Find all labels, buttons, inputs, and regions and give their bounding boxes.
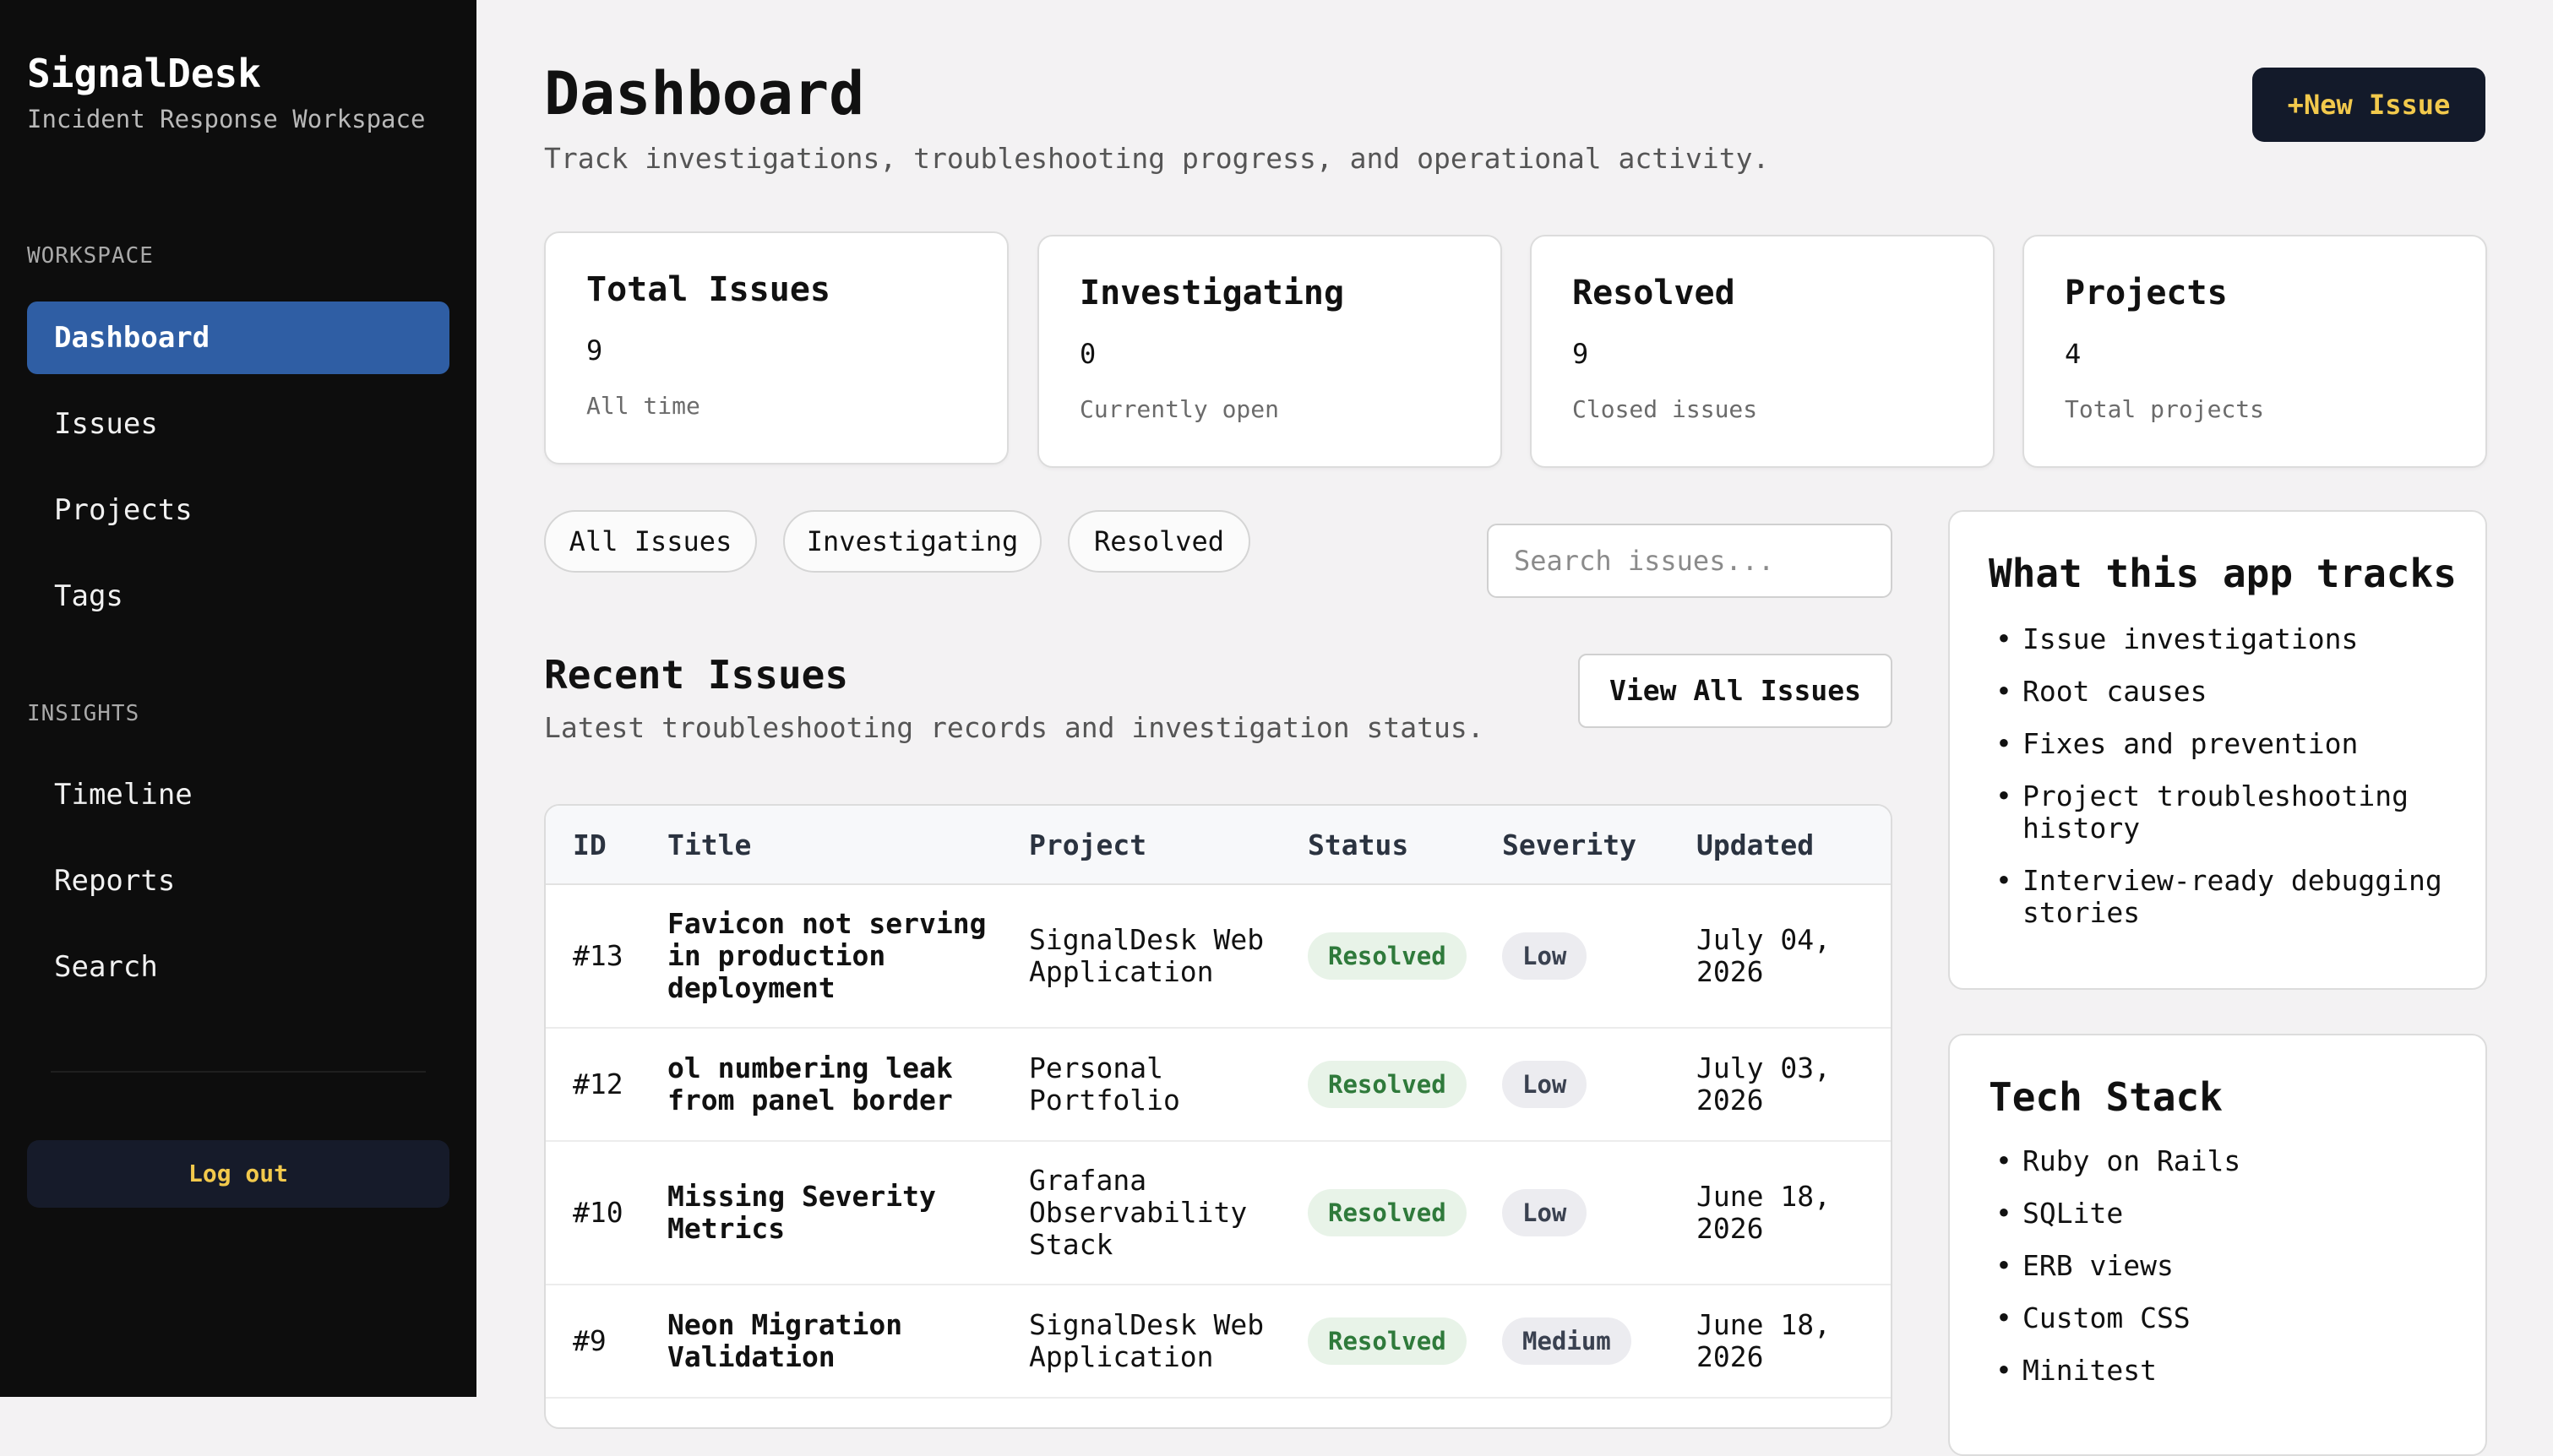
filter-all-issues[interactable]: All Issues bbox=[544, 510, 757, 573]
issue-updated: June 18, 2026 bbox=[1696, 1308, 1831, 1373]
table-row[interactable]: #9 Neon Migration Validation SignalDesk … bbox=[546, 1285, 1891, 1399]
new-issue-button[interactable]: +New Issue bbox=[2252, 68, 2485, 142]
stat-card-investigating: Investigating 0 Currently open bbox=[1037, 235, 1502, 468]
status-badge: Resolved bbox=[1308, 1061, 1467, 1108]
issue-id: #9 bbox=[573, 1324, 607, 1357]
stat-card-total-issues: Total Issues 9 All time bbox=[544, 231, 1009, 465]
list-item: Custom CSS bbox=[1989, 1302, 2462, 1335]
brand-subtitle: Incident Response Workspace bbox=[27, 105, 426, 133]
list-item: SQLite bbox=[1989, 1198, 2462, 1231]
stat-value: 9 bbox=[586, 334, 603, 367]
stat-title: Total Issues bbox=[586, 270, 830, 309]
issue-project: Grafana Observability Stack bbox=[1029, 1164, 1248, 1261]
list-item: Interview-ready debugging stories bbox=[1989, 865, 2462, 929]
sidebar-item-issues[interactable]: Issues bbox=[27, 388, 449, 460]
issue-title[interactable]: ol numbering leak from panel border bbox=[667, 1052, 1005, 1116]
brand-name: SignalDesk bbox=[27, 51, 261, 96]
search-input[interactable] bbox=[1487, 524, 1892, 598]
stat-card-projects: Projects 4 Total projects bbox=[2022, 235, 2487, 468]
column-header-title: Title bbox=[667, 829, 752, 861]
list-item: Issue investigations bbox=[1989, 623, 2462, 656]
panel-title: Tech Stack bbox=[1989, 1074, 2223, 1120]
column-header-status: Status bbox=[1308, 829, 1409, 861]
issue-project: SignalDesk Web Application bbox=[1029, 1308, 1265, 1373]
page-title: Dashboard bbox=[544, 59, 865, 128]
column-header-id: ID bbox=[573, 829, 607, 861]
list-item: Project troubleshooting history bbox=[1989, 780, 2462, 845]
stat-title: Resolved bbox=[1572, 274, 1735, 312]
sidebar-item-dashboard[interactable]: Dashboard bbox=[27, 302, 449, 374]
list-item: Ruby on Rails bbox=[1989, 1145, 2462, 1178]
table-row[interactable]: #12 ol numbering leak from panel border … bbox=[546, 1029, 1891, 1142]
column-header-updated: Updated bbox=[1696, 829, 1815, 861]
table-header: ID Title Project Status Severity Updated bbox=[546, 806, 1891, 885]
column-header-project: Project bbox=[1029, 829, 1147, 861]
section-label-insights: INSIGHTS bbox=[27, 701, 140, 726]
issues-table: ID Title Project Status Severity Updated… bbox=[544, 804, 1892, 1429]
issue-title[interactable]: Missing Severity Metrics bbox=[667, 1181, 1005, 1245]
severity-badge: Medium bbox=[1502, 1317, 1631, 1365]
issue-title[interactable]: Neon Migration Validation bbox=[667, 1309, 1005, 1373]
status-badge: Resolved bbox=[1308, 932, 1467, 980]
stat-title: Investigating bbox=[1080, 274, 1345, 312]
page-subtitle: Track investigations, troubleshooting pr… bbox=[544, 142, 1770, 175]
issue-updated: June 18, 2026 bbox=[1696, 1180, 1831, 1245]
list-item: Minitest bbox=[1989, 1355, 2462, 1388]
panel-title: What this app tracks bbox=[1989, 551, 2457, 596]
app-tracks-panel: What this app tracks Issue investigation… bbox=[1948, 510, 2487, 990]
sidebar-item-search[interactable]: Search bbox=[27, 931, 449, 1003]
recent-issues-title: Recent Issues bbox=[544, 652, 849, 698]
issue-updated: July 03, 2026 bbox=[1696, 1051, 1831, 1116]
sidebar-divider bbox=[51, 1071, 426, 1073]
stat-value: 9 bbox=[1572, 338, 1589, 370]
tech-stack-panel: Tech Stack Ruby on Rails SQLite ERB view… bbox=[1948, 1034, 2487, 1456]
stat-card-resolved: Resolved 9 Closed issues bbox=[1530, 235, 1995, 468]
filter-investigating[interactable]: Investigating bbox=[783, 510, 1042, 573]
stat-value: 4 bbox=[2065, 338, 2082, 370]
severity-badge: Low bbox=[1502, 932, 1587, 980]
stat-note: Currently open bbox=[1080, 395, 1280, 423]
sidebar: SignalDesk Incident Response Workspace W… bbox=[0, 0, 476, 1397]
issue-updated: July 04, 2026 bbox=[1696, 923, 1831, 988]
sidebar-item-projects[interactable]: Projects bbox=[27, 474, 449, 546]
issue-id: #12 bbox=[573, 1068, 623, 1100]
issue-title[interactable]: Favicon not serving in production deploy… bbox=[667, 908, 1005, 1004]
severity-badge: Low bbox=[1502, 1189, 1587, 1236]
status-badge: Resolved bbox=[1308, 1189, 1467, 1236]
list-item: Fixes and prevention bbox=[1989, 728, 2462, 761]
issue-project: Personal Portfolio bbox=[1029, 1051, 1180, 1116]
stat-note: All time bbox=[586, 392, 700, 420]
view-all-issues-button[interactable]: View All Issues bbox=[1578, 654, 1892, 728]
column-header-severity: Severity bbox=[1502, 829, 1636, 861]
sidebar-item-timeline[interactable]: Timeline bbox=[27, 758, 449, 831]
issue-project: SignalDesk Web Application bbox=[1029, 923, 1265, 988]
sidebar-item-reports[interactable]: Reports bbox=[27, 845, 449, 917]
tech-stack-list: Ruby on Rails SQLite ERB views Custom CS… bbox=[1989, 1145, 2462, 1407]
stat-value: 0 bbox=[1080, 338, 1097, 370]
filter-resolved[interactable]: Resolved bbox=[1068, 510, 1250, 573]
tracks-list: Issue investigations Root causes Fixes a… bbox=[1989, 623, 2462, 949]
stat-title: Projects bbox=[2065, 274, 2228, 312]
list-item: Root causes bbox=[1989, 676, 2462, 709]
table-row[interactable]: #13 Favicon not serving in production de… bbox=[546, 885, 1891, 1029]
stat-note: Total projects bbox=[2065, 395, 2265, 423]
status-badge: Resolved bbox=[1308, 1317, 1467, 1365]
issue-id: #10 bbox=[573, 1196, 623, 1229]
stat-note: Closed issues bbox=[1572, 395, 1758, 423]
logout-button[interactable]: Log out bbox=[27, 1140, 449, 1208]
table-row[interactable]: #10 Missing Severity Metrics Grafana Obs… bbox=[546, 1142, 1891, 1285]
list-item: ERB views bbox=[1989, 1250, 2462, 1283]
recent-issues-subtitle: Latest troubleshooting records and inves… bbox=[544, 711, 1484, 744]
section-label-workspace: WORKSPACE bbox=[27, 243, 154, 269]
issue-id: #13 bbox=[573, 939, 623, 972]
sidebar-item-tags[interactable]: Tags bbox=[27, 560, 449, 633]
severity-badge: Low bbox=[1502, 1061, 1587, 1108]
